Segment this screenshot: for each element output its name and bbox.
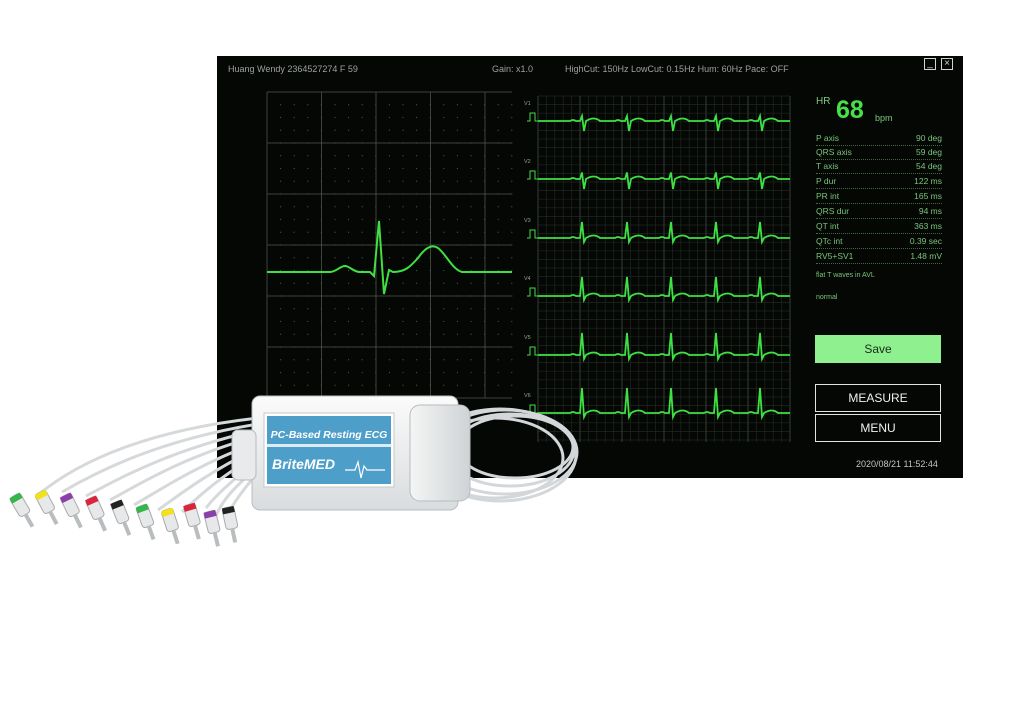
device-strain-relief	[231, 429, 257, 481]
device-cap	[409, 404, 471, 502]
device-label	[267, 416, 391, 484]
device-brand: BriteMED	[272, 456, 335, 472]
lead-connectors	[9, 489, 239, 547]
ecg-device-illustration: PC-Based Resting ECG BriteMED	[9, 395, 579, 547]
device-title: PC-Based Resting ECG	[271, 429, 388, 441]
